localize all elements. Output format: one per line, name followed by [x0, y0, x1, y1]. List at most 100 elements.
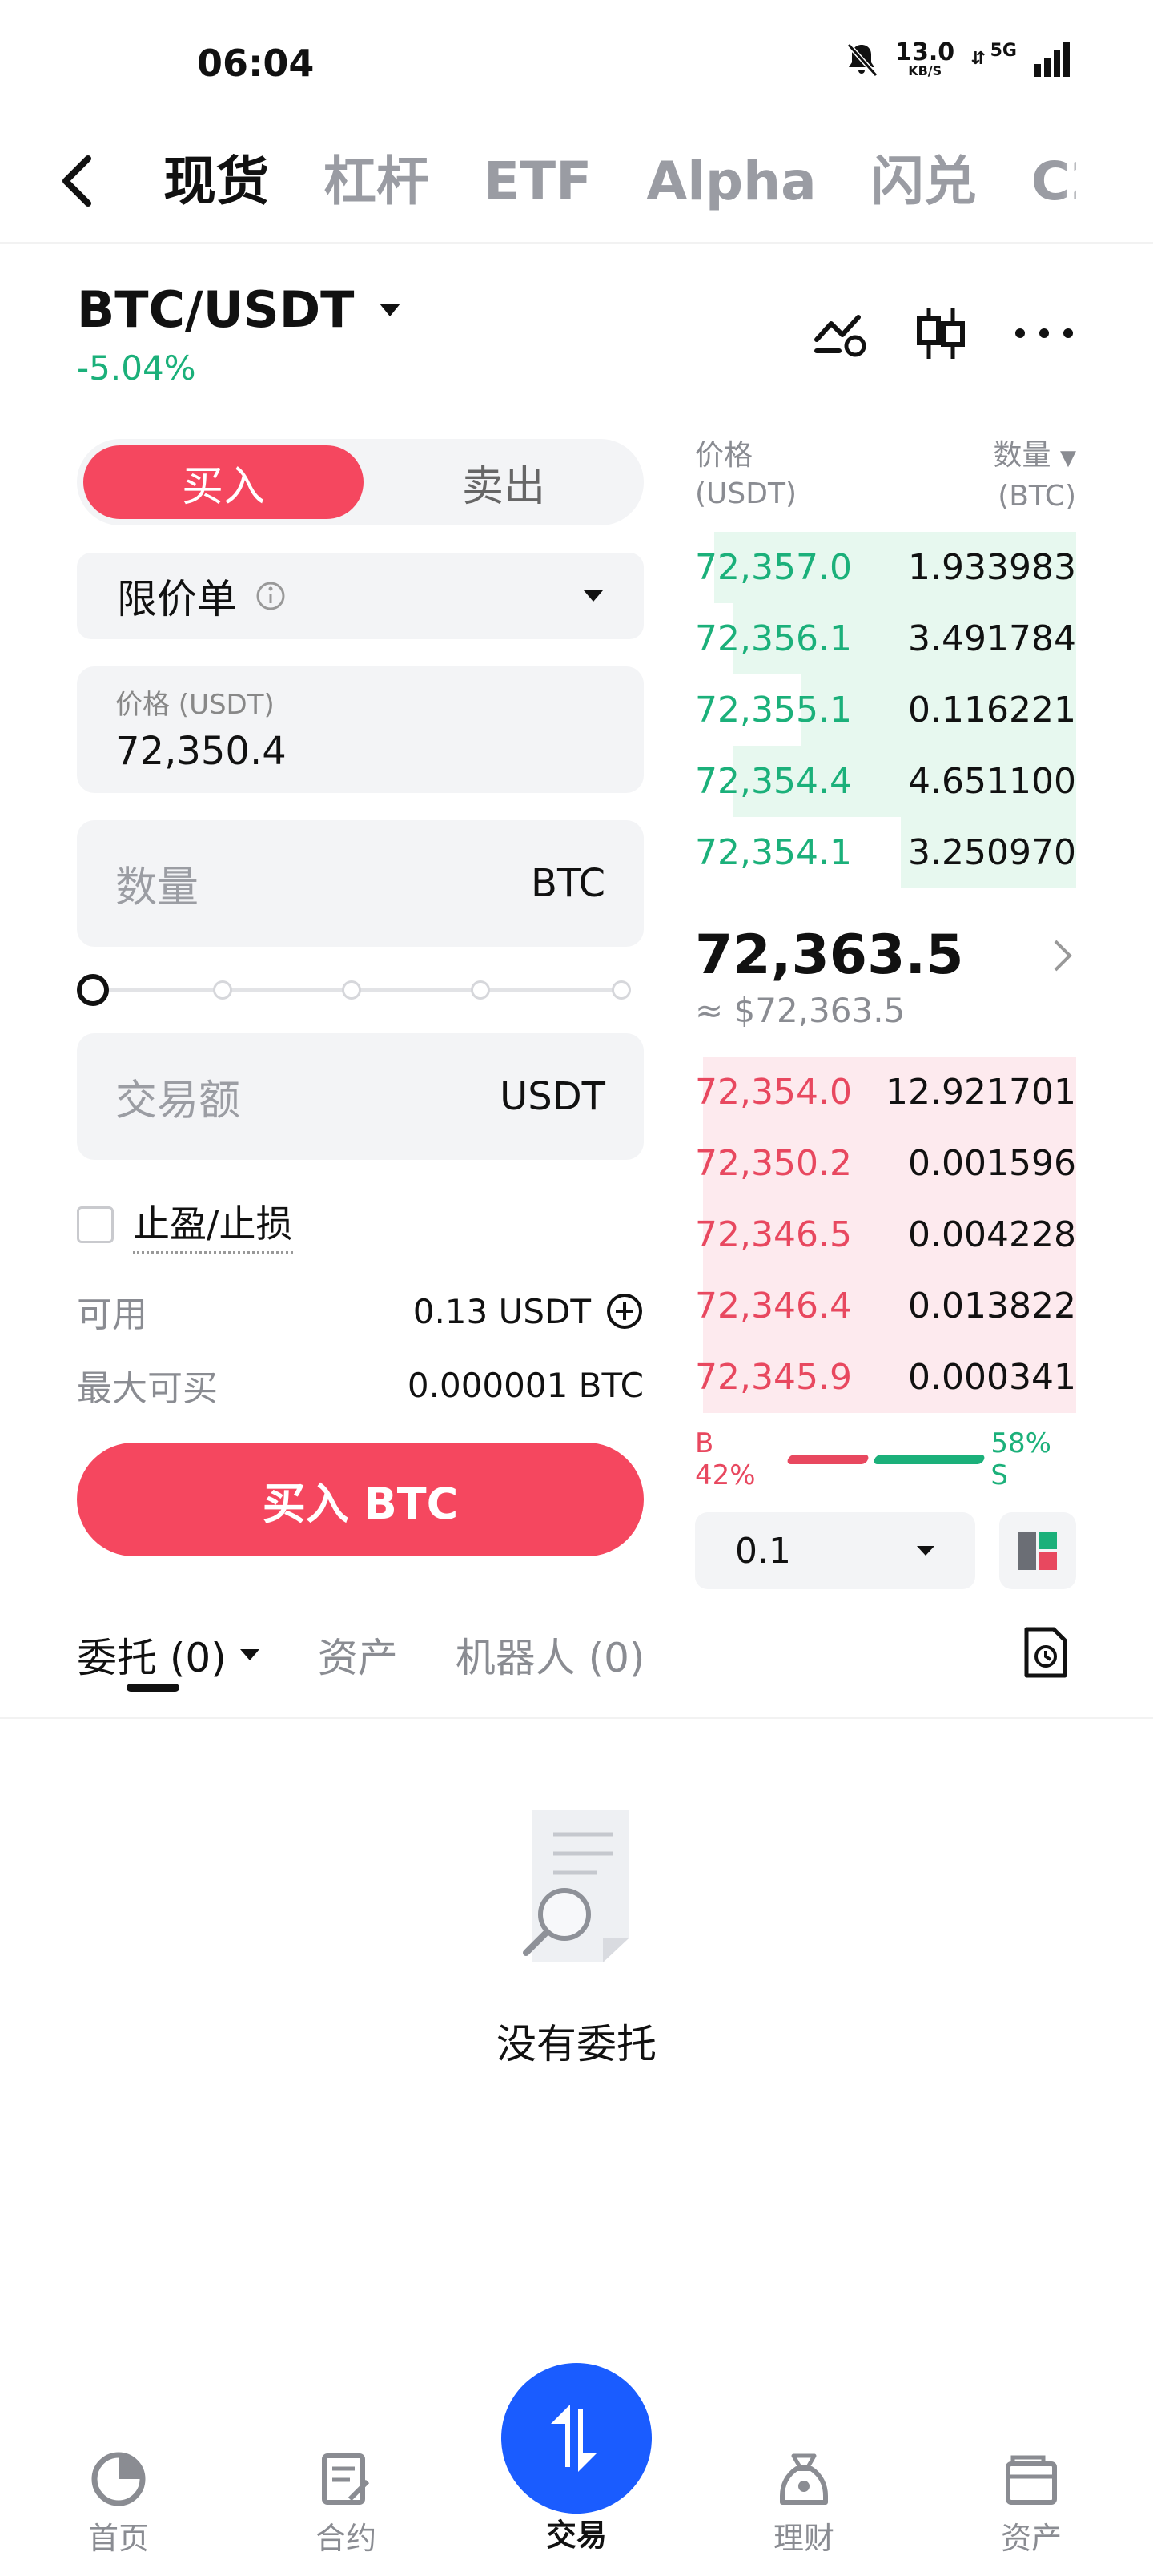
slider-mark-25[interactable]: [213, 980, 232, 1000]
candlestick-chart-icon[interactable]: [914, 304, 967, 362]
book-level-row[interactable]: 72,356.1 3.491784: [695, 603, 1076, 674]
signal-icon: [1034, 42, 1070, 77]
depth-controls: 0.1: [695, 1512, 1076, 1589]
book-level-row[interactable]: 72,346.5 0.004228: [695, 1199, 1076, 1270]
book-qty-header[interactable]: 数量 ▼: [994, 437, 1076, 477]
book-price-header: 价格: [695, 439, 753, 472]
level-price: 72,346.4: [695, 1286, 852, 1326]
tpsl-checkbox[interactable]: [77, 1205, 114, 1243]
pair-actions: [812, 304, 1076, 362]
tab-bots[interactable]: 机器人 (0): [456, 1626, 645, 1684]
empty-state: 没有委托: [0, 1802, 1153, 2070]
price-alert-icon[interactable]: [812, 308, 870, 359]
status-icons: 13.0 KB/S ⇵ 5G: [844, 40, 1073, 78]
tab-assets[interactable]: 资产: [318, 1626, 398, 1684]
pair-selector[interactable]: BTC/USDT: [77, 280, 402, 339]
last-price-usd: ≈ $72,363.5: [695, 991, 906, 1030]
tab-alpha[interactable]: Alpha: [646, 138, 816, 226]
level-quantity: 1.933983: [908, 547, 1076, 588]
tab-margin[interactable]: 杠杆: [323, 138, 429, 226]
book-bottom-levels: 72,354.0 12.921701 72,350.2 0.001596 72,346.…: [695, 1057, 1076, 1413]
depth-step-value: 0.1: [735, 1530, 791, 1572]
nav-home[interactable]: 首页: [38, 2451, 199, 2558]
level-quantity: 12.921701: [886, 1072, 1076, 1113]
sell-ratio-bar: [872, 1455, 986, 1464]
slider-handle[interactable]: [77, 974, 109, 1006]
level-quantity: 3.250970: [908, 832, 1076, 873]
active-tab-indicator: [127, 1684, 179, 1692]
slider-mark-100[interactable]: [612, 980, 631, 1000]
nav-futures[interactable]: 合约: [266, 2451, 426, 2558]
nav-assets[interactable]: 资产: [951, 2451, 1111, 2558]
quantity-unit: BTC: [531, 861, 605, 906]
depth-step-select[interactable]: 0.1: [695, 1512, 975, 1589]
price-input-label: 价格 (USDT): [115, 689, 275, 721]
book-top-levels: 72,357.0 1.933983 72,356.1 3.491784 72,355.1…: [695, 532, 1076, 888]
book-layout-button[interactable]: [999, 1512, 1076, 1589]
back-arrow-icon[interactable]: [56, 149, 96, 213]
level-quantity: 0.116221: [908, 690, 1076, 731]
last-price: 72,363.5: [695, 924, 964, 987]
buy-tab[interactable]: 买入: [83, 445, 364, 519]
nav-trade-button[interactable]: [501, 2363, 652, 2514]
data-arrows-icon: ⇵: [970, 49, 986, 69]
order-history-icon[interactable]: [1022, 1626, 1070, 1679]
last-price-block[interactable]: 72,363.5 ≈ $72,363.5: [695, 888, 1076, 1057]
available-label: 可用: [77, 1294, 147, 1335]
level-quantity: 0.004228: [908, 1214, 1076, 1255]
sell-ratio-label: 58% S: [990, 1427, 1051, 1491]
book-level-row[interactable]: 72,345.9 0.000341: [695, 1342, 1076, 1413]
tab-spot[interactable]: 现货: [163, 138, 269, 226]
sort-caret-icon: ▼: [1060, 446, 1076, 470]
nav-earn[interactable]: 理财: [724, 2451, 884, 2558]
caret-down-icon: [239, 1649, 259, 1660]
bottom-nav: 首页 合约 交易 理财 资产: [0, 2363, 1153, 2576]
price-input[interactable]: 价格 (USDT) 72,350.4: [77, 666, 644, 793]
top-nav: 现货 杠杆 ETF Alpha 闪兑 C2: [0, 120, 1153, 244]
level-price: 72,345.9: [695, 1357, 852, 1398]
book-level-row[interactable]: 72,357.0 1.933983: [695, 532, 1076, 603]
level-price: 72,354.1: [695, 832, 852, 873]
level-quantity: 4.651100: [908, 761, 1076, 802]
slider-mark-50[interactable]: [342, 980, 361, 1000]
book-level-row[interactable]: 72,346.4 0.013822: [695, 1270, 1076, 1342]
level-price: 72,354.0: [695, 1072, 852, 1113]
slider-mark-75[interactable]: [471, 980, 490, 1000]
total-input[interactable]: 交易额 USDT: [77, 1033, 644, 1160]
tab-convert[interactable]: 闪兑: [871, 138, 977, 226]
book-level-row[interactable]: 72,354.0 12.921701: [695, 1057, 1076, 1128]
order-type-select[interactable]: 限价单: [77, 553, 644, 639]
tpsl-label[interactable]: 止盈/止损: [133, 1195, 293, 1254]
amount-slider[interactable]: [77, 971, 644, 1008]
dropdown-caret-icon: [584, 590, 603, 602]
book-level-row[interactable]: 72,355.1 0.116221: [695, 674, 1076, 746]
earn-bag-icon: [780, 2453, 828, 2505]
tpsl-option[interactable]: 止盈/止损: [77, 1195, 644, 1254]
trade-arrows-icon: [551, 2405, 597, 2472]
book-level-row[interactable]: 72,350.2 0.001596: [695, 1128, 1076, 1199]
home-icon: [91, 2452, 146, 2506]
book-qty-unit: (BTC): [998, 480, 1076, 513]
more-icon[interactable]: [1012, 325, 1076, 341]
empty-document-search-icon: [523, 1810, 629, 1962]
chevron-right-icon: [1054, 940, 1072, 972]
order-book-header: 价格 (USDT) 数量 ▼ (BTC): [695, 437, 1076, 516]
buy-submit-button[interactable]: 买入 BTC: [77, 1443, 644, 1556]
total-unit: USDT: [500, 1074, 605, 1119]
tab-c2c[interactable]: C2: [1031, 138, 1076, 226]
book-price-unit: (USDT): [695, 477, 797, 510]
buy-ratio-label: B 42%: [695, 1427, 756, 1491]
info-icon[interactable]: [255, 580, 287, 612]
order-type-label: 限价单: [117, 576, 237, 622]
tab-etf[interactable]: ETF: [484, 138, 592, 226]
nav-trade[interactable]: 交易: [496, 2510, 657, 2554]
book-level-row[interactable]: 72,354.1 3.250970: [695, 817, 1076, 888]
sell-tab[interactable]: 卖出: [364, 439, 644, 525]
tab-orders[interactable]: 委托 (0): [77, 1626, 260, 1684]
quantity-input[interactable]: 数量 BTC: [77, 820, 644, 947]
available-row: 可用 0.13 USDT: [77, 1286, 644, 1337]
pair-change: -5.04%: [77, 348, 196, 388]
max-buy-value: 0.000001 BTC: [407, 1365, 644, 1405]
add-circle-icon[interactable]: [605, 1292, 644, 1330]
book-level-row[interactable]: 72,354.4 4.651100: [695, 746, 1076, 817]
